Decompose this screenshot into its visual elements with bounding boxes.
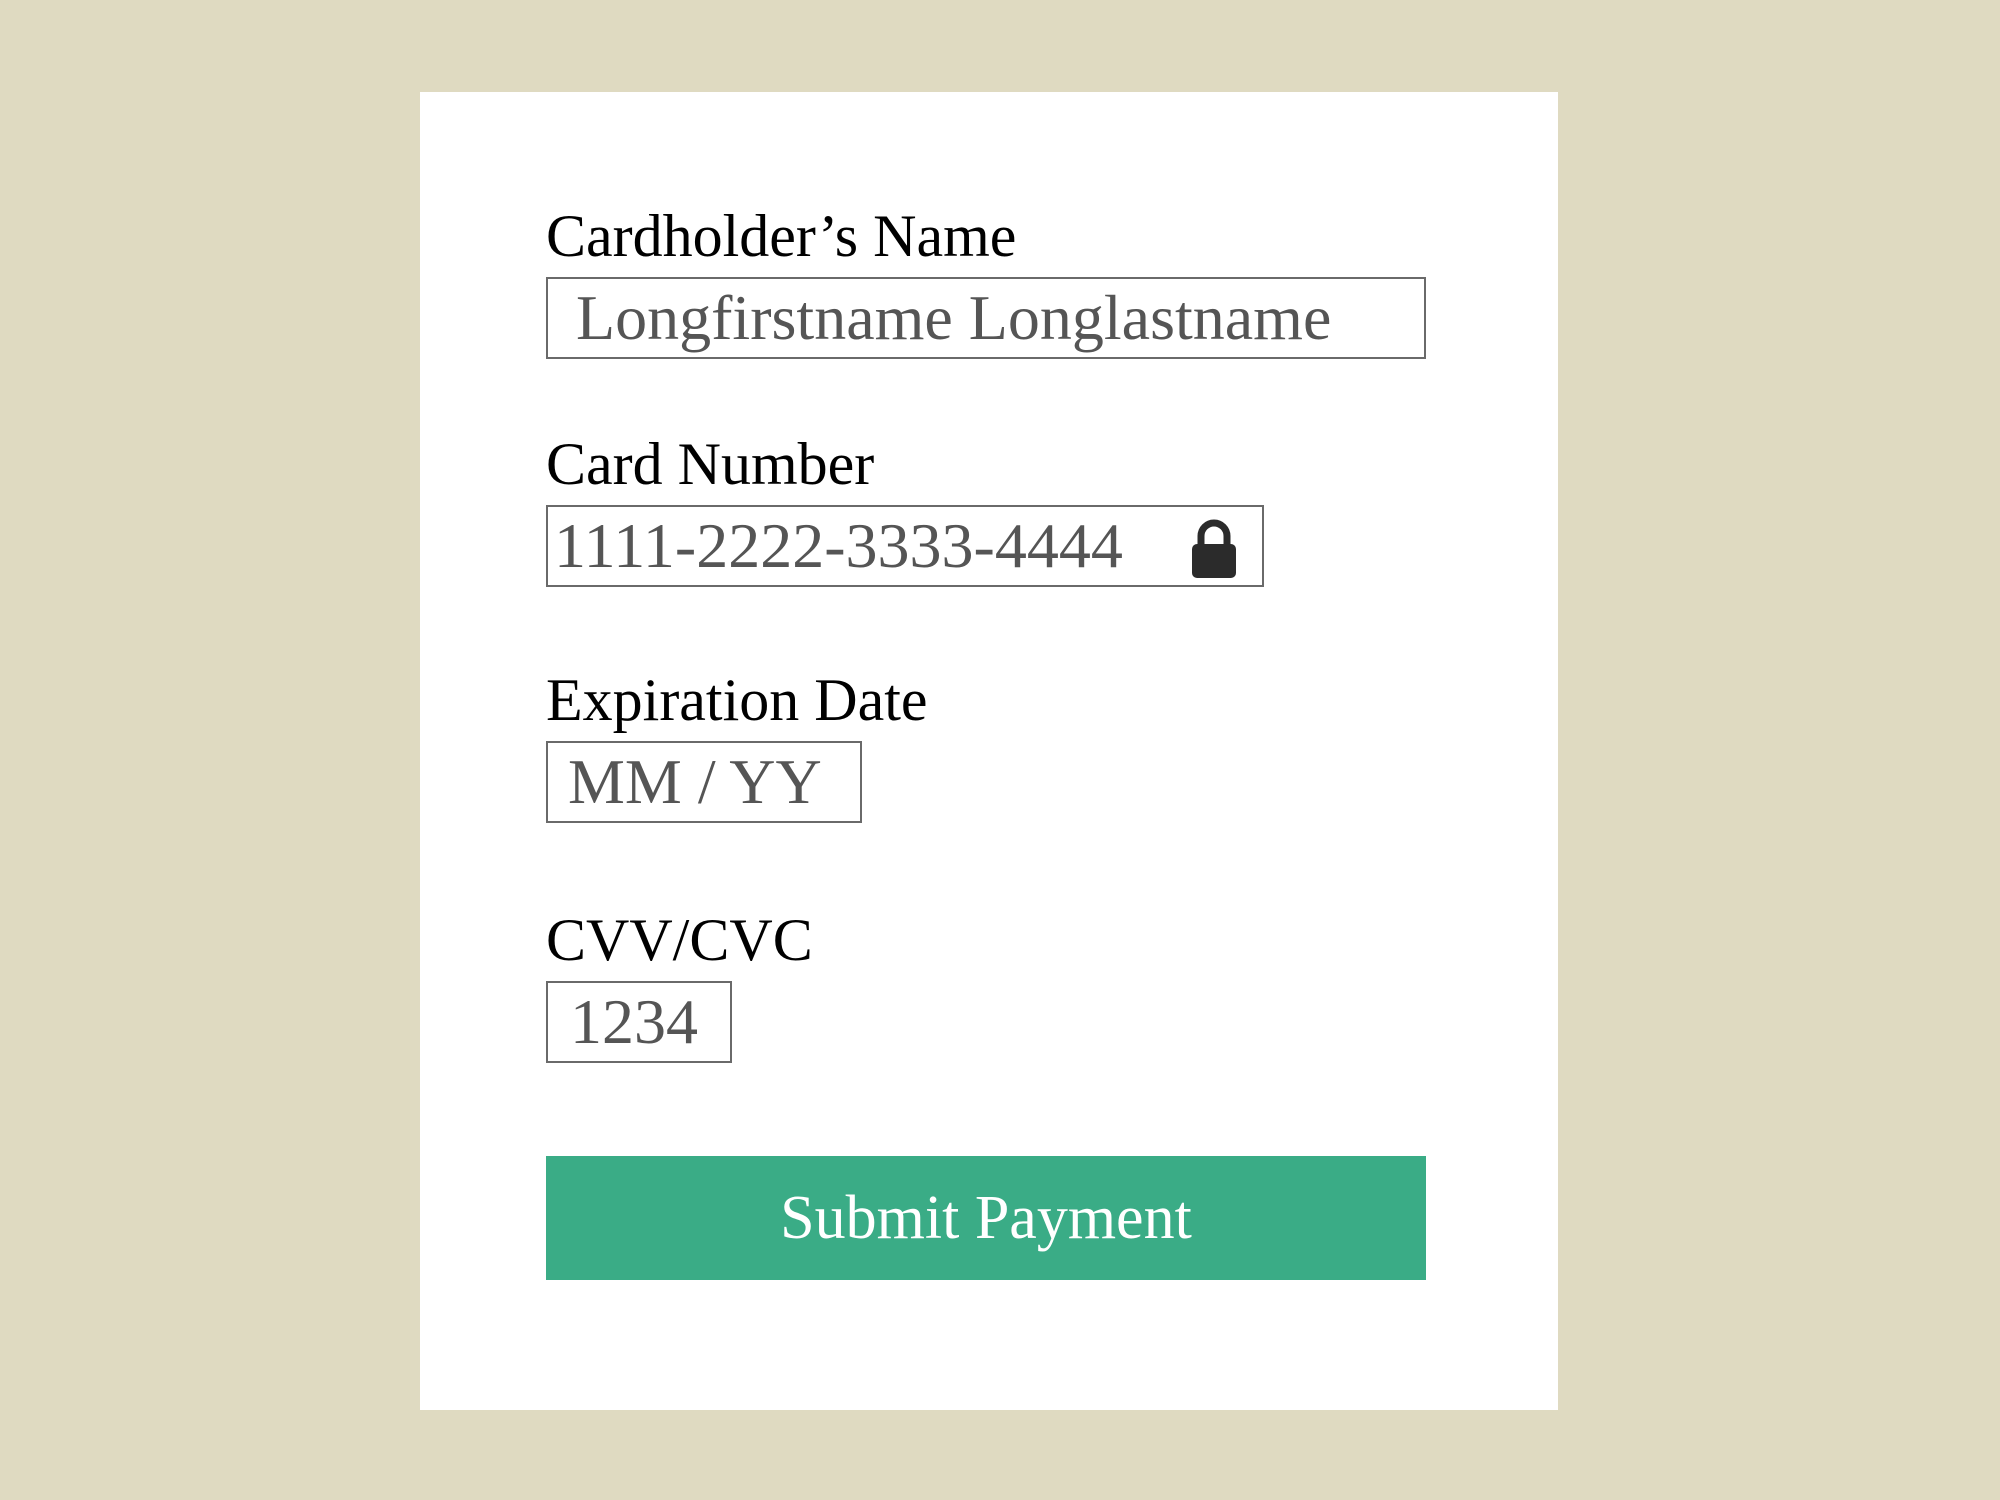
expiration-date-label: Expiration Date — [546, 667, 928, 733]
expiration-date-field[interactable]: MM / YY — [546, 741, 862, 823]
card-number-value: 1111-2222-3333-4444 — [554, 510, 1123, 581]
payment-form-card: Cardholder’s Name Longfirstname Longlast… — [420, 92, 1558, 1410]
card-number-field[interactable]: 1111-2222-3333-4444 — [546, 505, 1264, 587]
card-number-label: Card Number — [546, 431, 875, 497]
lock-icon — [1192, 519, 1236, 578]
submit-payment-button[interactable]: Submit Payment — [546, 1156, 1426, 1280]
cvv-field[interactable]: 1234 — [546, 981, 732, 1063]
cardholder-name-label: Cardholder’s Name — [546, 203, 1017, 269]
cardholder-name-field[interactable]: Longfirstname Longlastname — [546, 277, 1426, 359]
cvv-value: 1234 — [570, 986, 698, 1057]
cardholder-name-value: Longfirstname Longlastname — [576, 282, 1332, 353]
expiration-date-value: MM / YY — [568, 746, 822, 817]
cvv-label: CVV/CVC — [546, 907, 813, 973]
